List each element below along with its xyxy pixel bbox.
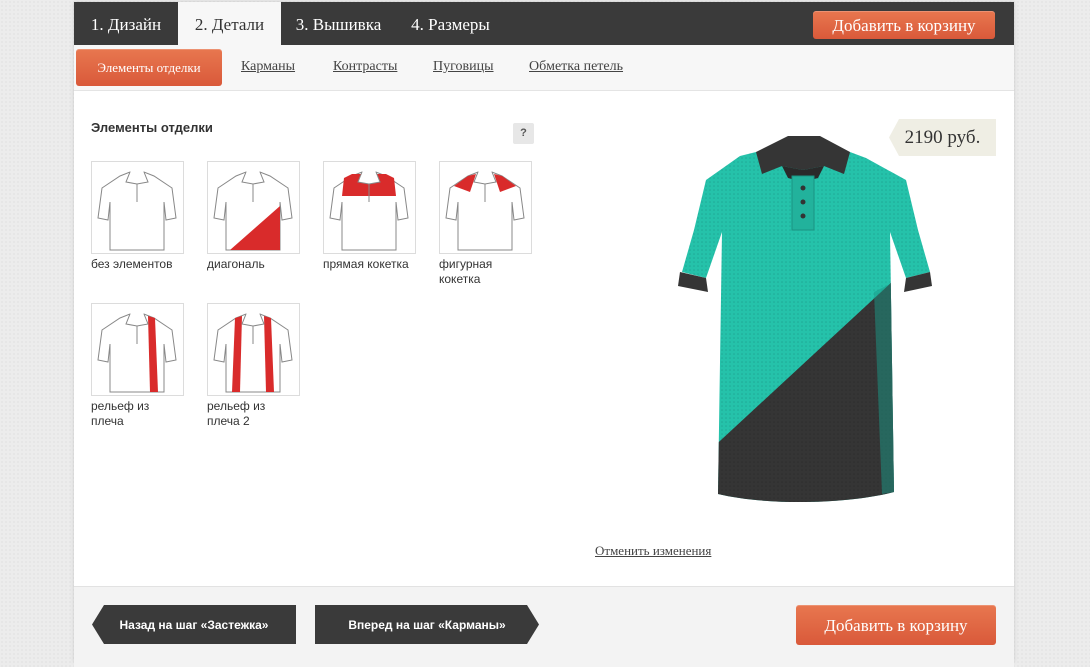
subtab-trim-elements[interactable]: Элементы отделки bbox=[76, 49, 222, 86]
tab-design[interactable]: 1. Дизайн bbox=[74, 2, 178, 45]
option-shaped-yoke[interactable]: фигурная кокетка bbox=[439, 161, 532, 287]
tab-details[interactable]: 2. Детали bbox=[178, 2, 281, 45]
back-step-button[interactable]: Назад на шаг «Застежка» bbox=[92, 605, 296, 644]
straight-yoke-shirt-icon bbox=[323, 161, 416, 254]
polo-shirt-preview bbox=[668, 132, 938, 512]
option-label: без элементов bbox=[91, 257, 173, 271]
option-diagonal[interactable]: диагональ bbox=[207, 161, 300, 272]
subtab-contrasts[interactable]: Контрасты bbox=[333, 59, 397, 75]
section-title: Элементы отделки bbox=[91, 120, 213, 135]
diagonal-shirt-icon bbox=[207, 161, 300, 254]
shaped-yoke-shirt-icon bbox=[439, 161, 532, 254]
add-to-cart-button-top[interactable]: Добавить в корзину bbox=[813, 11, 995, 39]
plain-shirt-icon bbox=[91, 161, 184, 254]
option-label: прямая кокетка bbox=[323, 257, 409, 271]
shoulder-relief-shirt-icon bbox=[91, 303, 184, 396]
constructor-panel: 1. Дизайн 2. Детали 3. Вышивка 4. Размер… bbox=[74, 2, 1014, 667]
bottom-nav-bar: Назад на шаг «Застежка» Вперед на шаг «К… bbox=[74, 586, 1014, 667]
option-label: рельеф из плеча bbox=[91, 399, 150, 428]
subtab-pockets[interactable]: Карманы bbox=[241, 59, 295, 75]
option-label: диагональ bbox=[207, 257, 265, 271]
add-to-cart-button-bottom[interactable]: Добавить в корзину bbox=[796, 605, 996, 645]
option-label: рельеф из плеча 2 bbox=[207, 399, 266, 428]
option-straight-yoke[interactable]: прямая кокетка bbox=[323, 161, 416, 272]
option-shoulder-relief-2[interactable]: рельеф из плеча 2 bbox=[207, 303, 300, 429]
help-button[interactable]: ? bbox=[513, 123, 534, 144]
forward-step-button[interactable]: Вперед на шаг «Карманы» bbox=[315, 605, 539, 644]
detail-subtabs-bar: Элементы отделки Карманы Контрасты Пугов… bbox=[74, 45, 1014, 91]
option-shoulder-relief[interactable]: рельеф из плеча bbox=[91, 303, 184, 429]
tab-embroidery[interactable]: 3. Вышивка bbox=[281, 2, 396, 45]
step-tabs-bar: 1. Дизайн 2. Детали 3. Вышивка 4. Размер… bbox=[74, 2, 1014, 45]
subtab-buttons[interactable]: Пуговицы bbox=[433, 59, 494, 75]
cancel-changes-link[interactable]: Отменить изменения bbox=[595, 543, 711, 559]
shoulder-relief-2-shirt-icon bbox=[207, 303, 300, 396]
option-label: фигурная кокетка bbox=[439, 257, 493, 286]
subtab-buttonhole-stitching[interactable]: Обметка петель bbox=[529, 59, 623, 75]
option-no-elements[interactable]: без элементов bbox=[91, 161, 184, 272]
tab-sizes[interactable]: 4. Размеры bbox=[396, 2, 505, 45]
